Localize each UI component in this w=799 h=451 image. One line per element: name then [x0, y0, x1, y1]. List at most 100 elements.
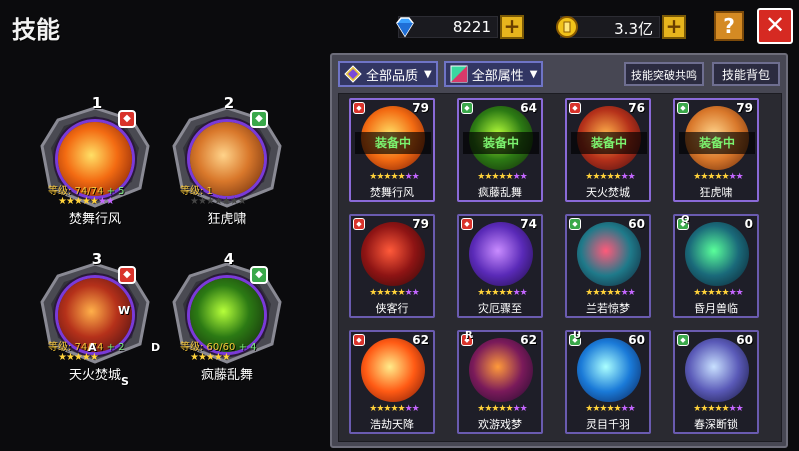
card-skill-name: 浩劫天降 [370, 418, 414, 431]
star-rating: ★★★★★★★ [693, 288, 743, 298]
equipped-skill-slot-2[interactable]: 2 ◆ 等级: 1 ★★★★★★★ 狂虎啸 [168, 94, 286, 227]
page-title: 技能 [12, 16, 60, 44]
star-rating: ★★★★★★★ [585, 172, 635, 182]
diamond-icon [396, 17, 414, 38]
card-skill-name: 焚舞行风 [370, 186, 414, 199]
skill-inventory-panel: 全部品质 ▼ 全部属性 ▼ 技能突破共鸣 技能背包 ◆ 79 装备中 ★★★★★★★ 焚… [330, 53, 788, 448]
attribute-filter-label: 全部属性 [471, 68, 524, 84]
attribute-filter-dropdown[interactable]: 全部属性 ▼ [443, 61, 544, 87]
card-level: 64 [520, 101, 537, 115]
skill-orb-icon [361, 338, 425, 402]
equipped-skill-name: 天火焚城 [68, 368, 121, 383]
wood-element-icon: ◆ [569, 218, 581, 230]
star-rating: ★★★★★★★ [477, 404, 527, 414]
card-skill-name: 春深断锁 [694, 418, 738, 431]
star-rating: ★★★★★★★ [58, 196, 115, 207]
equipped-skill-slot-1[interactable]: 1 ◆ 等级: 74/74 + 5 ★★★★★★★ 焚舞行风 [36, 94, 154, 227]
equipped-badge: 装备中 [355, 132, 431, 154]
breakthrough-resonance-button[interactable]: 技能突破共鸣 [623, 62, 704, 86]
equipped-badge: 装备中 [463, 132, 539, 154]
quality-filter-dropdown[interactable]: 全部品质 ▼ [338, 61, 438, 87]
attribute-prism-icon [450, 65, 468, 83]
equipped-skill-name: 狂虎啸 [207, 212, 247, 227]
slot-number: 1 [91, 94, 103, 112]
card-level: 74 [520, 217, 537, 231]
card-skill-name: 昏月兽临 [694, 302, 738, 315]
hotkey-a: A [88, 341, 97, 354]
fire-element-icon: ◆ [353, 102, 365, 114]
star-rating: ★★★★★ [190, 352, 231, 363]
close-button[interactable]: ✕ [757, 8, 793, 44]
slot-level: 等级: 74/74 + 5 [48, 186, 125, 197]
slot-level: 等级: 1 [180, 186, 213, 197]
skill-card[interactable]: ◆ 60 U ★★★★★★★ 灵目千羽 [565, 330, 651, 434]
chevron-down-icon: ▼ [529, 68, 538, 80]
card-skill-name: 侠客行 [375, 302, 409, 315]
card-hotkey: R [465, 330, 473, 341]
skill-card[interactable]: ◆ 76 装备中 ★★★★★★★ 天火焚城 [565, 98, 651, 202]
skill-backpack-button[interactable]: 技能背包 [711, 62, 780, 86]
quality-gem-icon [344, 65, 362, 83]
skill-card[interactable]: ◆ 79 ★★★★★★★ 侠客行 [349, 214, 435, 318]
quality-filter-label: 全部品质 [366, 68, 419, 84]
slot-number: 3 [91, 250, 103, 268]
card-skill-name: 狂虎啸 [699, 186, 733, 199]
skill-orb-icon [577, 338, 641, 402]
skill-card[interactable]: ◆ 79 装备中 ★★★★★★★ 狂虎啸 [673, 98, 759, 202]
slot-number: 2 [223, 94, 235, 112]
skill-orb-icon [469, 338, 533, 402]
skill-orb-icon [685, 338, 749, 402]
star-rating: ★★★★★★★ [693, 404, 743, 414]
help-button[interactable]: ? [714, 11, 744, 41]
gold-counter: 3.3亿 + [556, 14, 686, 40]
card-skill-name: 疯藤乱舞 [478, 186, 522, 199]
card-skill-name: 兰若惊梦 [586, 302, 630, 315]
filter-bar: 全部品质 ▼ 全部属性 ▼ 技能突破共鸣 技能背包 [338, 59, 780, 89]
card-level: 79 [412, 217, 429, 231]
slot-level: 等级: 60/60 + 4 [180, 342, 257, 353]
equipped-skill-slot-4[interactable]: 4 ◆ 等级: 60/60 + 4 ★★★★★ 疯藤乱舞 [168, 250, 286, 383]
fire-element-icon: ◆ [569, 102, 581, 114]
slot-number: 4 [223, 250, 235, 268]
chevron-down-icon: ▼ [424, 68, 432, 80]
card-level: 79 [412, 101, 429, 115]
hotkey-s: S [121, 375, 129, 388]
star-rating: ★★★★★★★ [585, 404, 635, 414]
skill-card[interactable]: ◆ 62 ★★★★★★★ 浩劫天降 [349, 330, 435, 434]
hotkey-d: D [151, 341, 161, 354]
card-level: 62 [520, 333, 537, 347]
skill-orb-icon [577, 222, 641, 286]
star-rating: ★★★★★★★ [369, 288, 419, 298]
add-gold-button[interactable]: + [662, 15, 686, 39]
hotkey-w: W [118, 304, 131, 317]
card-level: 79 [736, 101, 753, 115]
equipped-skill-name: 疯藤乱舞 [200, 368, 253, 383]
star-rating: ★★★★★★★ [693, 172, 743, 182]
skill-card[interactable]: ◆ 79 装备中 ★★★★★★★ 焚舞行风 [349, 98, 435, 202]
skill-card[interactable]: ◆ 64 装备中 ★★★★★★★ 疯藤乱舞 [457, 98, 543, 202]
card-level: 62 [412, 333, 429, 347]
skill-card-grid: ◆ 79 装备中 ★★★★★★★ 焚舞行风 ◆ 64 装备中 ★★★★★★★ 疯藤乱舞 ◆ 76 装备中… [338, 93, 782, 442]
skill-card[interactable]: ◆ 62 R ★★★★★★★ 欢游戏梦 [457, 330, 543, 434]
fire-element-icon: ◆ [353, 218, 365, 230]
fire-element-icon: ◆ [118, 110, 136, 128]
card-skill-name: 灾厄骤至 [478, 302, 522, 315]
star-rating: ★★★★★★★ [190, 196, 247, 207]
skill-card[interactable]: ◆ 60 ★★★★★★★ 春深断锁 [673, 330, 759, 434]
equipped-skill-name: 焚舞行风 [68, 212, 121, 227]
skill-card[interactable]: ◆ 74 ★★★★★★★ 灾厄骤至 [457, 214, 543, 318]
equipped-skill-slot-3[interactable]: 3 ◆ 等级: 74/74 + 2 ★★★★★ 天火焚城 [36, 250, 154, 383]
skill-card[interactable]: ◆ 0 Q ★★★★★★★ 昏月兽临 [673, 214, 759, 318]
card-hotkey: U [573, 330, 582, 341]
equipped-badge: 装备中 [679, 132, 755, 154]
star-rating: ★★★★★★★ [585, 288, 635, 298]
card-level: 60 [628, 333, 645, 347]
card-skill-name: 灵目千羽 [586, 418, 630, 431]
skill-orb-icon [469, 222, 533, 286]
wood-element-icon: ◆ [677, 334, 689, 346]
add-diamond-button[interactable]: + [500, 15, 524, 39]
card-level: 76 [628, 101, 645, 115]
star-rating: ★★★★★★★ [477, 288, 527, 298]
skill-card[interactable]: ◆ 60 ★★★★★★★ 兰若惊梦 [565, 214, 651, 318]
skill-orb-icon [361, 222, 425, 286]
